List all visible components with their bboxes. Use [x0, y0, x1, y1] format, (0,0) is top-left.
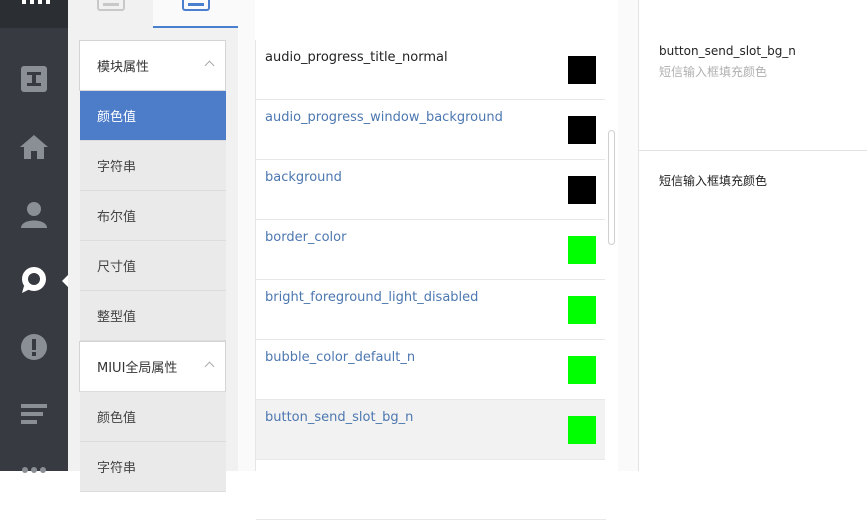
- list-item[interactable]: bubble_color_default_n: [256, 340, 606, 400]
- spacer: [238, 0, 255, 471]
- more-icon[interactable]: [0, 463, 68, 473]
- category-label: 尺寸值: [97, 260, 137, 275]
- chevron-up-icon: [204, 361, 215, 372]
- color-swatch[interactable]: [568, 356, 596, 384]
- user-icon[interactable]: [18, 198, 50, 230]
- edit-icon: [181, 0, 210, 11]
- category-panel: 模块属性 颜色值 字符串 布尔值 尺寸值 整型值 MIUI全局属性 颜色值 字符…: [68, 28, 238, 492]
- color-swatch[interactable]: [568, 236, 596, 264]
- category-label: 颜色值: [97, 411, 137, 426]
- color-resource-list: audio_progress_title_normal audio_progre…: [255, 40, 606, 520]
- category-item-dimen[interactable]: 尺寸值: [80, 241, 226, 291]
- color-swatch[interactable]: [568, 176, 596, 204]
- category-item-color[interactable]: 颜色值: [80, 91, 226, 141]
- color-swatch[interactable]: [568, 416, 596, 444]
- group-header-module[interactable]: 模块属性: [79, 40, 226, 91]
- menu-grid-icon[interactable]: [0, 0, 68, 10]
- detail-panel: button_send_slot_bg_n 短信输入框填充颜色 短信输入框填充颜…: [639, 0, 867, 471]
- list-item[interactable]: audio_progress_title_normal: [256, 40, 606, 100]
- divider: [639, 150, 867, 151]
- resource-name: border_color: [265, 230, 347, 245]
- category-label: 颜色值: [97, 110, 137, 125]
- list-item[interactable]: background: [256, 160, 606, 220]
- lines-icon[interactable]: [18, 398, 50, 430]
- view-tabs: [68, 0, 238, 28]
- resource-name: bubble_color_default_n: [265, 350, 416, 365]
- list-item-selected[interactable]: button_send_slot_bg_n: [256, 400, 606, 460]
- group-title: MIUI全局属性: [97, 361, 178, 376]
- category-item-string[interactable]: 字符串: [80, 442, 226, 492]
- resource-value[interactable]: 短信输入框填充颜色: [659, 172, 767, 189]
- group-title: 模块属性: [97, 60, 150, 75]
- resource-name: bright_foreground_light_disabled: [265, 290, 479, 305]
- category-item-bool[interactable]: 布尔值: [80, 191, 226, 241]
- chevron-up-icon: [204, 60, 215, 71]
- scrollbar-track[interactable]: [605, 40, 618, 471]
- chat-bubble-icon[interactable]: [18, 264, 50, 296]
- tab-edit[interactable]: [153, 0, 238, 28]
- resource-name: background: [265, 170, 342, 185]
- resource-key: button_send_slot_bg_n: [659, 44, 796, 58]
- category-item-color[interactable]: 颜色值: [80, 392, 226, 442]
- color-swatch[interactable]: [568, 116, 596, 144]
- category-item-integer[interactable]: 整型值: [80, 291, 226, 341]
- category-label: 字符串: [97, 461, 137, 476]
- resource-name: audio_progress_title_normal: [265, 50, 448, 65]
- resource-description: 短信输入框填充颜色: [659, 65, 768, 79]
- scrollbar-thumb[interactable]: [608, 130, 615, 245]
- resource-name: audio_progress_window_background: [265, 110, 503, 125]
- color-swatch[interactable]: [568, 296, 596, 324]
- preview-icon: [96, 0, 125, 11]
- group-header-miui-global[interactable]: MIUI全局属性: [79, 341, 226, 392]
- category-label: 整型值: [97, 310, 137, 325]
- category-item-string[interactable]: 字符串: [80, 141, 226, 191]
- color-swatch[interactable]: [568, 56, 596, 84]
- list-item[interactable]: bright_foreground_light_disabled: [256, 280, 606, 340]
- category-label: 字符串: [97, 160, 137, 175]
- list-item[interactable]: border_color: [256, 220, 606, 280]
- alert-icon[interactable]: [18, 331, 50, 363]
- tab-preview[interactable]: [68, 0, 153, 28]
- list-item[interactable]: [256, 460, 606, 520]
- rail-menu-header[interactable]: [0, 0, 68, 28]
- category-label: 布尔值: [97, 210, 137, 225]
- resource-name: button_send_slot_bg_n: [265, 410, 414, 425]
- home-icon[interactable]: [18, 131, 50, 163]
- text-icon[interactable]: [18, 63, 50, 95]
- list-item[interactable]: audio_progress_window_background: [256, 100, 606, 160]
- spacer: [618, 0, 638, 471]
- left-nav-rail: [0, 0, 69, 473]
